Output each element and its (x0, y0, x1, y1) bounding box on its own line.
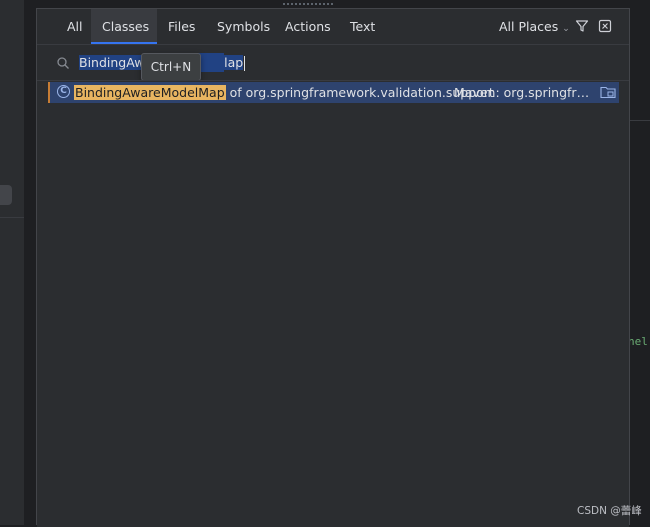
filter-icon[interactable] (575, 19, 589, 33)
library-folder-icon (600, 86, 616, 99)
search-icon (57, 57, 69, 69)
places-dropdown[interactable]: All Places ⌄ (499, 9, 570, 44)
text-caret (244, 56, 246, 71)
search-everywhere-popup: All Classes Files Symbols Actions Text A… (36, 8, 630, 527)
class-icon: C (57, 85, 70, 98)
pin-window-icon[interactable] (598, 19, 612, 33)
chevron-down-icon: ⌄ (562, 24, 570, 34)
result-title: BindingAwareModelMap of org.springframew… (74, 82, 494, 103)
shortcut-tooltip: Ctrl+N (141, 53, 201, 81)
ide-left-toolwindow-button[interactable] (0, 185, 12, 205)
search-row: BindingAwa lap (37, 44, 629, 80)
ide-divider (0, 217, 24, 218)
result-location: Maven: org.springframe… (454, 85, 596, 100)
result-class-name: BindingAwareModelMap (74, 85, 226, 100)
result-row[interactable]: C BindingAwareModelMap of org.springfram… (48, 82, 619, 103)
search-input-text-end: lap (224, 55, 244, 70)
tab-classes[interactable]: Classes (91, 9, 157, 44)
ide-divider-right (630, 120, 650, 121)
tab-actions[interactable]: Actions (274, 9, 342, 44)
ide-editor-underline (283, 0, 333, 5)
places-label: All Places (499, 19, 559, 34)
results-list: C BindingAwareModelMap of org.springfram… (37, 80, 629, 527)
watermark: CSDN @蕾峰 (577, 505, 642, 517)
tab-all[interactable]: All (56, 9, 94, 44)
ide-editor-right-edge (630, 0, 650, 525)
ide-code-fragment: nel (628, 335, 648, 348)
ide-left-toolwindow-strip (0, 0, 25, 525)
search-tabs-bar: All Classes Files Symbols Actions Text A… (37, 9, 629, 44)
tab-symbols[interactable]: Symbols (206, 9, 281, 44)
tab-files[interactable]: Files (157, 9, 206, 44)
tab-text[interactable]: Text (339, 9, 386, 44)
